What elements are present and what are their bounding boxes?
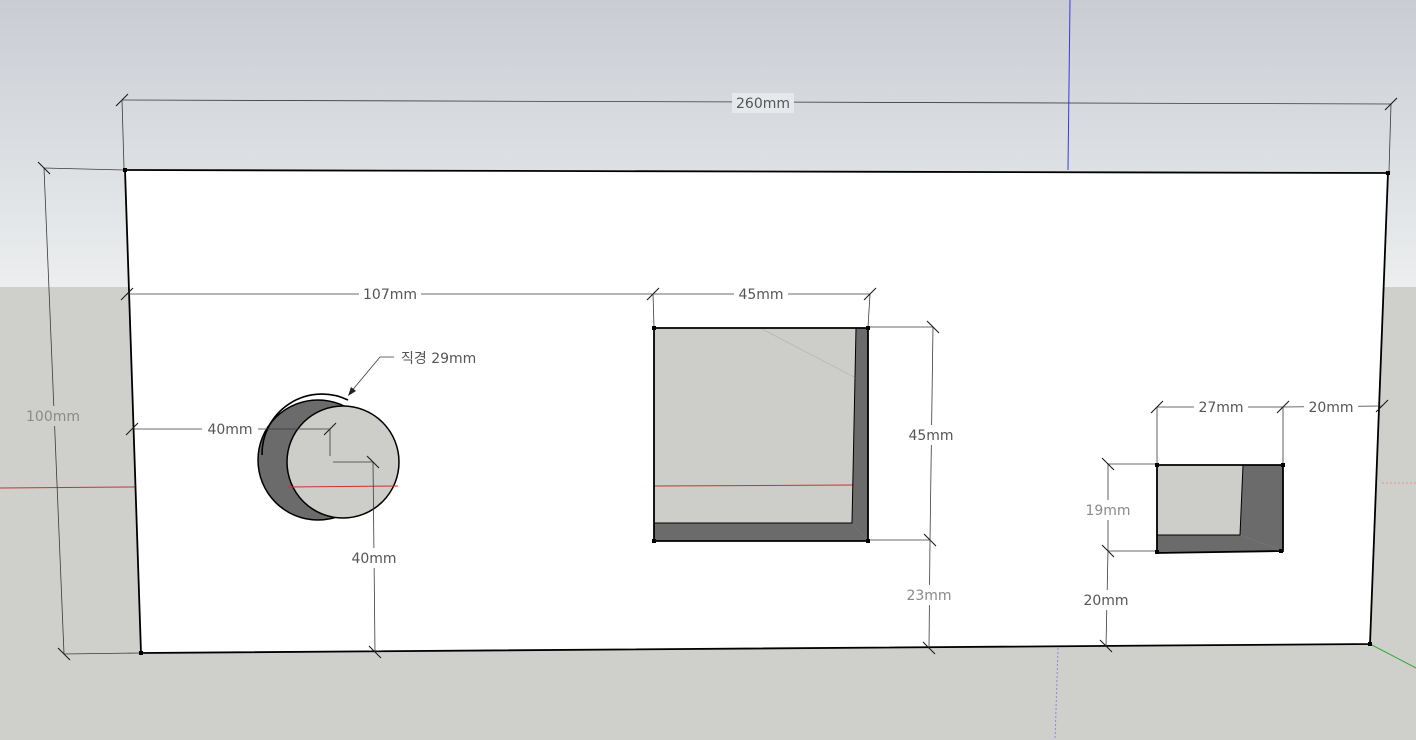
dim-square-height-label: 45mm <box>908 428 953 444</box>
dim-rect-width-label: 27mm <box>1198 400 1243 416</box>
dim-circle-offset-x-label: 40mm <box>207 422 252 438</box>
dim-rect-offset-bottom-label: 20mm <box>1083 593 1128 609</box>
dim-square-offset-bottom-label: 23mm <box>906 588 951 604</box>
square-hole-bottom-side <box>654 523 868 541</box>
dim-square-width-label: 45mm <box>738 287 783 303</box>
dim-rect-height-label: 19mm <box>1085 503 1130 519</box>
rect-hole[interactable] <box>1156 464 1284 554</box>
square-hole-back <box>654 328 868 541</box>
dim-overall-height-label: 100mm <box>26 409 80 425</box>
dim-overall-width-label: 260mm <box>736 96 790 112</box>
dim-rect-offset-right-label: 20mm <box>1308 400 1353 416</box>
dim-square-offset-x-label: 107mm <box>363 287 417 303</box>
dim-circle-offset-bottom-label: 40mm <box>351 551 396 567</box>
dim-circle-diameter-label: 직경 29mm <box>401 351 476 367</box>
modeling-viewport[interactable]: 260mm 100mm 107mm 45mm 45mm 23mm 40mm 40… <box>0 0 1416 740</box>
square-hole[interactable] <box>653 327 869 542</box>
